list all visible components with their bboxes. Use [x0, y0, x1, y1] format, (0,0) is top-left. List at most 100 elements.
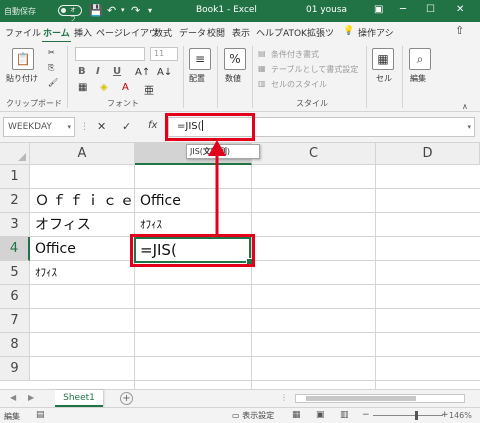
row-header-4[interactable]: 4 — [0, 237, 30, 261]
row-header-1[interactable]: 1 — [0, 165, 30, 189]
redo-icon[interactable]: ↷ — [131, 4, 140, 17]
minimize-icon[interactable]: ─ — [400, 4, 406, 15]
row-header-9[interactable]: 9 — [0, 357, 30, 381]
autosave-toggle[interactable]: オフ — [58, 5, 82, 23]
tab-tell-me[interactable]: 操作アシ — [358, 26, 394, 39]
next-sheet-icon[interactable]: ▶ — [28, 393, 34, 402]
tab-review[interactable]: 校閲 — [207, 26, 225, 39]
table-format-button[interactable]: テーブルとして書式設定 — [271, 64, 358, 75]
cell-a5[interactable]: ｵﾌｨｽ — [31, 261, 57, 285]
expand-formula-icon[interactable]: ▾ — [467, 118, 471, 136]
sheet-tab-sheet1[interactable]: Sheet1 — [55, 390, 103, 407]
borders-icon[interactable]: ▦ — [78, 82, 87, 93]
chevron-down-icon[interactable]: ▾ — [67, 118, 71, 136]
user-name[interactable]: 01 yousa — [306, 5, 347, 15]
underline-icon[interactable]: U — [113, 66, 121, 77]
accessibility-icon: ▤ — [36, 410, 45, 420]
format-painter-icon[interactable]: 🖌 — [48, 78, 58, 87]
cells-icon[interactable]: ▦ — [372, 48, 394, 70]
page-break-view-icon[interactable]: ▥ — [340, 410, 349, 420]
number-button[interactable]: 数値 — [225, 73, 241, 84]
tab-help[interactable]: ヘルプ — [256, 26, 283, 39]
zoom-slider[interactable] — [373, 415, 443, 416]
normal-view-icon[interactable]: ▦ — [292, 410, 301, 420]
display-settings-button[interactable]: ▭ 表示設定 — [232, 410, 274, 421]
tooltip-function: JIS( — [190, 147, 203, 156]
tab-page[interactable]: ページ — [96, 26, 123, 39]
zoom-in-icon[interactable]: + — [441, 410, 449, 420]
cell-style-icon[interactable]: ▥ — [258, 79, 266, 88]
font-name-input[interactable] — [75, 47, 145, 61]
zoom-slider-thumb[interactable] — [415, 411, 418, 420]
zoom-out-icon[interactable]: − — [362, 410, 370, 420]
name-box-value: WEEKDAY — [8, 122, 52, 132]
row-header-3[interactable]: 3 — [0, 213, 30, 237]
cells-button[interactable]: セル — [376, 73, 392, 84]
add-sheet-icon[interactable]: + — [120, 392, 133, 405]
cut-icon[interactable]: ✂ — [48, 48, 55, 57]
gridline — [30, 308, 480, 309]
collapse-ribbon-icon[interactable]: ∧ — [462, 102, 468, 111]
undo-dropdown-icon[interactable]: ▾ — [121, 4, 125, 17]
row-header-8[interactable]: 8 — [0, 333, 30, 357]
insert-function-button[interactable]: fx — [148, 120, 157, 131]
enter-button[interactable]: ✓ — [122, 120, 131, 133]
row-header-7[interactable]: 7 — [0, 309, 30, 333]
paste-button[interactable]: 貼り付け — [6, 73, 38, 84]
font-size-input[interactable]: 11 — [150, 47, 178, 61]
paste-icon[interactable]: 📋 — [12, 48, 34, 70]
copy-icon[interactable]: ⎘ — [48, 63, 54, 73]
tab-view[interactable]: 表示 — [232, 26, 250, 39]
cell-b2[interactable]: Office — [136, 189, 181, 213]
page-layout-view-icon[interactable]: ▣ — [316, 410, 325, 420]
scrollbar-thumb[interactable] — [306, 396, 416, 401]
search-icon[interactable]: ⌕ — [409, 48, 431, 70]
customize-toolbar-icon[interactable]: ▾ — [148, 4, 152, 17]
editing-button[interactable]: 編集 — [410, 73, 426, 84]
phonetic-icon[interactable]: 亜 — [144, 82, 154, 97]
cell-a3[interactable]: オフィス — [31, 213, 91, 237]
fill-color-icon[interactable]: ◈ — [100, 82, 108, 93]
shrink-font-icon[interactable]: A↓ — [157, 67, 172, 78]
alignment-button[interactable]: 配置 — [189, 73, 205, 84]
column-header-c[interactable]: C — [252, 143, 376, 165]
percent-icon[interactable]: % — [224, 48, 246, 70]
tab-atok[interactable]: ATOK拡張ツ — [283, 26, 334, 39]
prev-sheet-icon[interactable]: ◀ — [10, 393, 16, 402]
share-icon[interactable]: ⇧ — [455, 24, 464, 37]
cell-a2[interactable]: Ｏｆｆｉｃｅ — [31, 189, 137, 213]
select-all-button[interactable] — [0, 143, 30, 165]
row-header-6[interactable]: 6 — [0, 285, 30, 309]
display-settings-label: 表示設定 — [242, 411, 275, 420]
row-header-5[interactable]: 5 — [0, 261, 30, 285]
alignment-icon[interactable]: ≡ — [189, 48, 211, 70]
zoom-level[interactable]: 146% — [449, 411, 472, 420]
conditional-format-icon[interactable]: ▤ — [258, 49, 266, 58]
undo-icon[interactable]: ↶ — [107, 4, 116, 17]
table-format-icon[interactable]: ▦ — [258, 64, 266, 73]
column-header-a[interactable]: A — [30, 143, 135, 165]
tab-home[interactable]: ホーム — [42, 26, 71, 43]
tab-file[interactable]: ファイル — [5, 26, 41, 39]
horizontal-scrollbar[interactable] — [295, 394, 465, 403]
tab-data[interactable]: データ — [179, 26, 206, 39]
tab-layout[interactable]: レイアウ — [122, 26, 158, 39]
arrow-head — [208, 140, 226, 156]
grow-font-icon[interactable]: A↑ — [135, 67, 150, 78]
close-icon[interactable]: ✕ — [456, 4, 464, 15]
name-box[interactable]: WEEKDAY ▾ — [3, 117, 75, 137]
cell-a4[interactable]: Office — [31, 237, 76, 261]
column-header-d[interactable]: D — [376, 143, 480, 165]
bold-icon[interactable]: B — [78, 66, 86, 77]
tab-formulas[interactable]: 数式 — [154, 26, 172, 39]
maximize-icon[interactable]: ☐ — [426, 4, 435, 15]
row-header-2[interactable]: 2 — [0, 189, 30, 213]
conditional-format-button[interactable]: 条件付き書式 — [271, 49, 319, 60]
italic-icon[interactable]: I — [96, 66, 100, 77]
font-color-icon[interactable]: A — [122, 82, 129, 93]
save-icon[interactable]: 💾 — [89, 4, 103, 17]
cancel-button[interactable]: ✕ — [97, 120, 106, 133]
ribbon-display-icon[interactable]: ▣ — [374, 4, 383, 15]
tab-insert[interactable]: 挿入 — [74, 26, 92, 39]
cell-style-button[interactable]: セルのスタイル — [271, 79, 327, 90]
